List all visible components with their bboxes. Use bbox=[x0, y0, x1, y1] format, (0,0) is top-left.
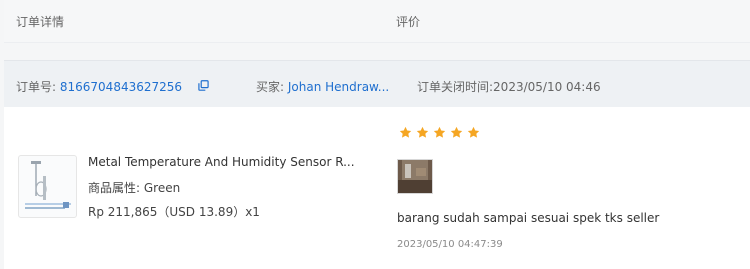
order-details-column-label: 订单详情 bbox=[16, 15, 65, 29]
order-id-link[interactable]: 8166704843627256 bbox=[60, 80, 182, 94]
star-icon bbox=[416, 126, 429, 138]
order-info-bar: 订单号: 8166704843627256 买家: Johan Hendraw.… bbox=[4, 60, 750, 108]
product-attribute: 商品属性: Green bbox=[88, 179, 180, 196]
order-item-card: Metal Temperature And Humidity Sensor R.… bbox=[4, 107, 750, 269]
review-column-label: 评价 bbox=[396, 15, 421, 29]
product-price: Rp 211,865（USD 13.89）x1 bbox=[88, 205, 260, 219]
star-icon bbox=[450, 126, 463, 138]
buyer-field: 买家: Johan Hendraw... bbox=[256, 78, 389, 95]
product-attribute-value: Green bbox=[143, 181, 181, 195]
review-timestamp: 2023/05/10 04:47:39 bbox=[397, 239, 503, 250]
product-thumbnail[interactable] bbox=[18, 155, 77, 218]
buyer-name-link[interactable]: Johan Hendraw... bbox=[288, 80, 389, 94]
review-text: barang sudah sampai sesuai spek tks sell… bbox=[397, 211, 660, 225]
order-closed-time: 订单关闭时间:2023/05/10 04:46 bbox=[417, 80, 601, 94]
sensor-product-image bbox=[25, 161, 71, 209]
product-title[interactable]: Metal Temperature And Humidity Sensor R.… bbox=[88, 155, 355, 169]
table-header: 订单详情 评价 bbox=[4, 0, 750, 43]
star-icon bbox=[433, 126, 446, 138]
review-photo[interactable] bbox=[397, 159, 433, 194]
star-icon bbox=[399, 126, 412, 138]
star-icon bbox=[467, 126, 480, 138]
product-attribute-label: 商品属性: bbox=[88, 181, 141, 195]
review-rating bbox=[399, 124, 484, 140]
copy-icon[interactable] bbox=[198, 80, 209, 91]
order-id-label: 订单号: bbox=[16, 80, 57, 94]
order-id-field: 订单号: 8166704843627256 bbox=[16, 78, 182, 95]
review-photo-image bbox=[398, 160, 432, 193]
buyer-label: 买家: bbox=[256, 80, 285, 94]
